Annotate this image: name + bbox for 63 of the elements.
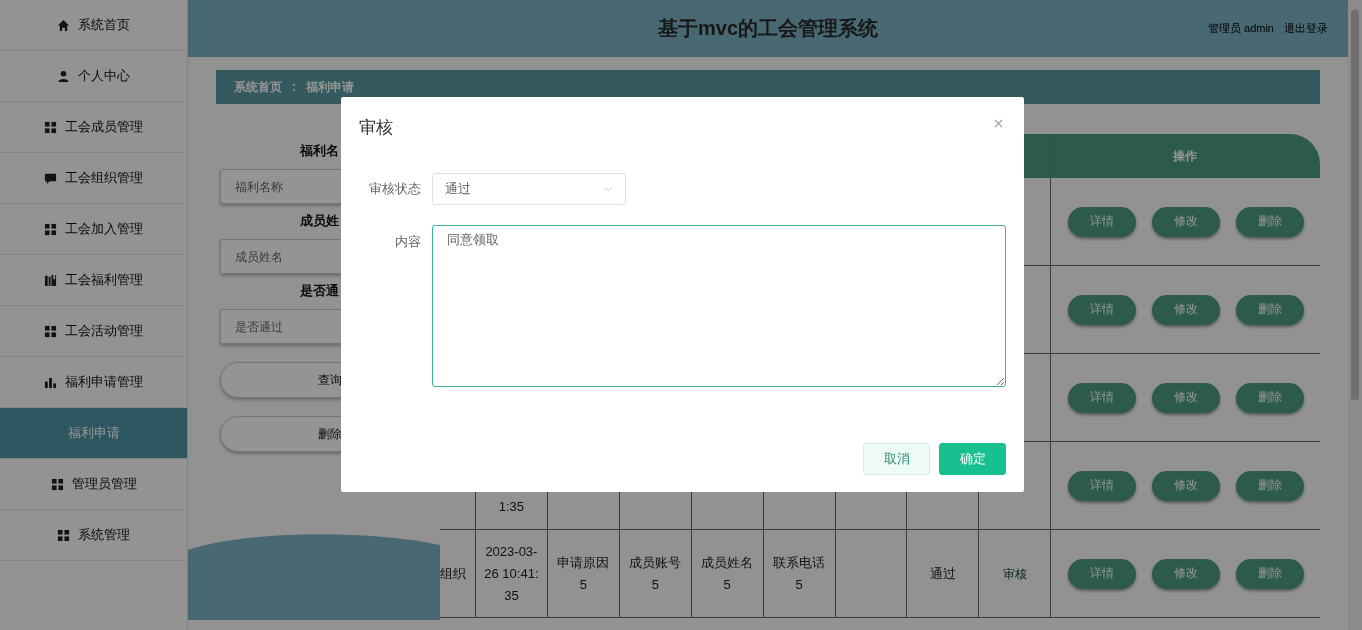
grid-icon <box>44 222 57 236</box>
breadcrumb-current: 福利申请 <box>306 78 354 96</box>
row-action-button[interactable]: 详情 <box>1067 294 1136 325</box>
field-label: 是否通 <box>299 282 340 300</box>
grid-icon <box>44 120 57 134</box>
sidebar-item[interactable]: 工会活动管理 <box>0 306 187 357</box>
row-action-button[interactable]: 修改 <box>1151 382 1220 413</box>
table-cell-text: 成员姓名5 <box>700 553 755 594</box>
table-cell-text: 1:35 <box>498 498 525 516</box>
row-action-button[interactable]: 修改 <box>1151 558 1220 589</box>
confirm-button[interactable]: 确定 <box>939 443 1006 475</box>
sidebar-item[interactable]: 管理员管理 <box>0 459 187 510</box>
sidebar-item[interactable]: 系统首页 <box>0 0 187 51</box>
cancel-button[interactable]: 取消 <box>863 443 930 475</box>
field-label: 成员姓 <box>299 212 340 230</box>
books-icon <box>44 273 57 287</box>
sidebar-item[interactable]: 福利申请 <box>0 408 187 459</box>
row-action-button[interactable]: 详情 <box>1067 206 1136 237</box>
table-cell-text: 通过 <box>929 564 956 583</box>
breadcrumb-link[interactable]: 系统首页 <box>234 78 282 96</box>
chat-icon <box>44 171 57 185</box>
table-cell-text: 成员账号5 <box>628 553 683 594</box>
grid-icon <box>44 324 57 338</box>
dialog-title: 审核 <box>359 116 393 139</box>
table-cell-text: 申请原因5 <box>556 553 611 594</box>
vertical-scrollbar[interactable] <box>1348 0 1362 630</box>
row-action-button[interactable]: 修改 <box>1151 470 1220 501</box>
sidebar-item[interactable]: 工会成员管理 <box>0 102 187 153</box>
logout-link[interactable]: 退出登录 <box>1284 21 1328 36</box>
status-label: 审核状态 <box>368 180 422 198</box>
column-header: 操作 <box>1049 134 1320 178</box>
row-action-button[interactable]: 删除 <box>1235 470 1304 501</box>
sidebar-item[interactable]: 系统管理 <box>0 510 187 561</box>
row-action-button[interactable]: 删除 <box>1235 558 1304 589</box>
row-action-button[interactable]: 删除 <box>1235 382 1304 413</box>
user-icon <box>57 69 70 83</box>
table-cell-text: 2023-03-26 10:41:35 <box>483 542 539 605</box>
breadcrumb-separator: : <box>292 80 296 94</box>
row-action-button[interactable]: 修改 <box>1151 206 1220 237</box>
sidebar-item[interactable]: 工会加入管理 <box>0 204 187 255</box>
table-cell-text: 联系电话5 <box>772 553 827 594</box>
bar-chart-icon <box>44 375 57 389</box>
home-icon <box>57 18 70 32</box>
table-cell-text: 组织 <box>440 564 466 583</box>
sidebar-item[interactable]: 个人中心 <box>0 51 187 102</box>
row-action-button[interactable]: 详情 <box>1067 382 1136 413</box>
field-label: 福利名 <box>298 142 340 160</box>
close-icon[interactable] <box>994 118 1003 128</box>
grid-icon <box>57 528 70 542</box>
row-action-button[interactable]: 删除 <box>1235 294 1304 325</box>
row-action-button[interactable]: 详情 <box>1067 558 1136 589</box>
row-action-button[interactable]: 删除 <box>1235 206 1304 237</box>
row-action-button[interactable]: 修改 <box>1151 294 1220 325</box>
row-action-button[interactable]: 详情 <box>1067 470 1136 501</box>
sidebar-item[interactable]: 工会福利管理 <box>0 255 187 306</box>
app-title: 基于mvc的工会管理系统 <box>658 16 878 41</box>
content-textarea[interactable]: 同意领取 <box>432 225 1006 387</box>
grid-icon <box>50 477 64 491</box>
sidebar-item[interactable]: 工会组织管理 <box>0 153 187 204</box>
table-cell-text[interactable]: 审核 <box>1002 562 1027 585</box>
caret-icon <box>604 186 613 192</box>
admin-username: 管理员 admin <box>1207 21 1274 36</box>
status-select[interactable]: 通过 <box>432 173 626 205</box>
